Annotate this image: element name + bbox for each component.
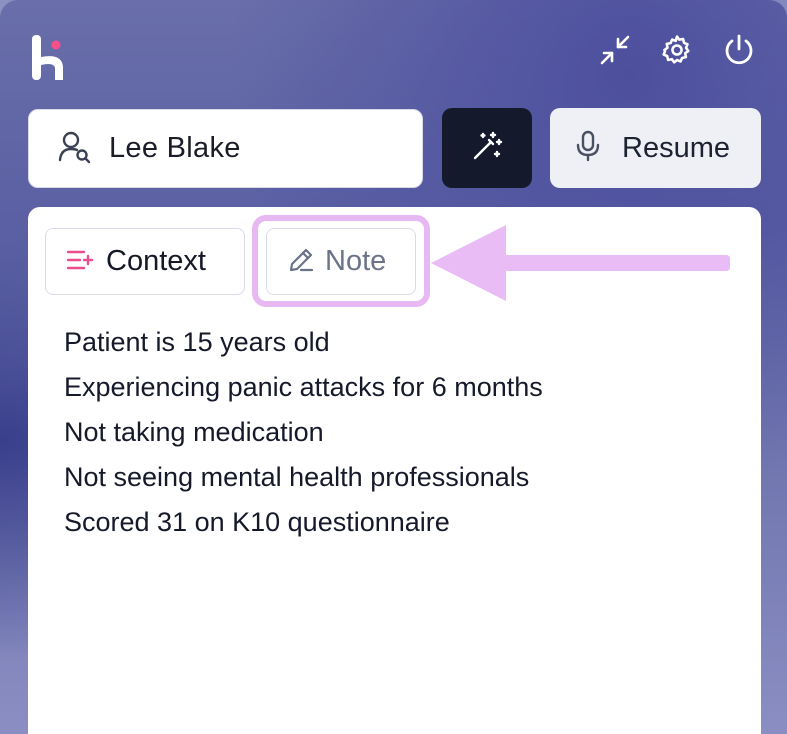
patient-search-field[interactable]: Lee Blake <box>28 109 423 188</box>
gear-icon[interactable] <box>659 32 695 68</box>
note-line: Scored 31 on K10 questionnaire <box>64 507 450 537</box>
note-line: Not taking medication <box>64 417 324 447</box>
app-logo <box>32 35 66 81</box>
app-window: Lee Blake Resume Context Note Patient is… <box>0 0 787 734</box>
resume-button[interactable]: Resume <box>550 108 761 188</box>
note-line: Experiencing panic attacks for 6 months <box>64 372 543 402</box>
list-add-icon <box>66 249 94 275</box>
magic-wand-icon <box>471 130 503 166</box>
window-controls <box>597 32 757 68</box>
pencil-icon <box>287 246 315 278</box>
minimize-icon[interactable] <box>597 32 633 68</box>
notes-content: Patient is 15 years old Experiencing pan… <box>64 320 543 545</box>
tab-context[interactable]: Context <box>45 228 245 295</box>
user-search-icon <box>57 129 93 169</box>
note-line: Patient is 15 years old <box>64 327 330 357</box>
notes-panel: Context Note Patient is 15 years old Exp… <box>28 207 761 734</box>
tab-context-label: Context <box>106 245 206 277</box>
microphone-icon <box>574 130 602 166</box>
note-line: Not seeing mental health professionals <box>64 462 530 492</box>
magic-wand-button[interactable] <box>442 108 532 188</box>
tab-note[interactable]: Note <box>266 228 416 295</box>
patient-name-value[interactable]: Lee Blake <box>109 132 241 165</box>
resume-label: Resume <box>622 131 730 164</box>
power-icon[interactable] <box>721 32 757 68</box>
tab-note-label: Note <box>325 245 387 277</box>
pointer-arrow <box>428 221 733 306</box>
